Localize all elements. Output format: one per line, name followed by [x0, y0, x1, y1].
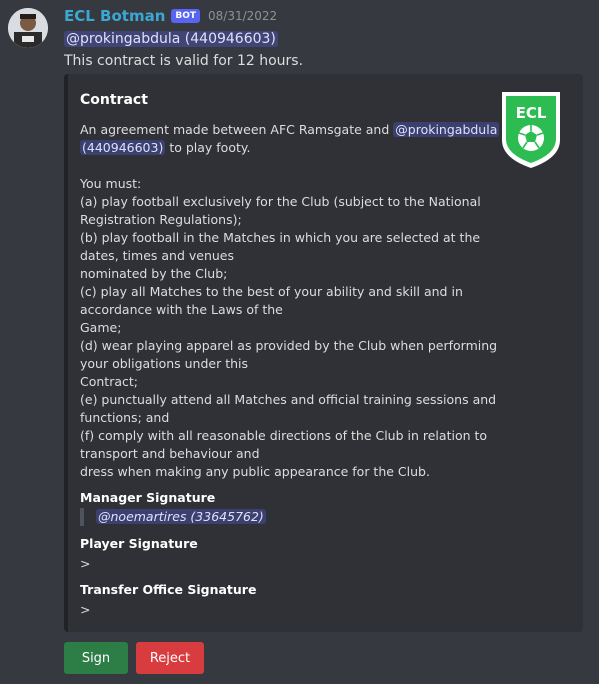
- desc-line: (440946603) to play footy.: [80, 139, 466, 157]
- you-must: You must:: [80, 176, 142, 191]
- embed-title: Contract: [80, 92, 148, 108]
- bot-avatar[interactable]: [8, 8, 48, 48]
- clause-line: Game;: [80, 320, 122, 335]
- bot-badge: BOT: [171, 9, 201, 23]
- desc-line: An agreement made between AFC Ramsgate a…: [80, 121, 500, 139]
- transfer-signature-label: Transfer Office Signature: [80, 582, 257, 597]
- message-content: This contract is valid for 12 hours.: [64, 53, 304, 69]
- player-mention-id[interactable]: (440946603): [80, 140, 166, 155]
- author-name[interactable]: ECL Botman: [64, 7, 165, 25]
- manager-mention[interactable]: @noemartires (33645762): [96, 509, 266, 524]
- user-mention[interactable]: @prokingabdula (440946603): [64, 31, 278, 47]
- clause-line: Registration Regulations);: [80, 212, 242, 227]
- manager-signature-quote: @noemartires (33645762): [80, 508, 266, 526]
- clause-line: (a) play football exclusively for the Cl…: [80, 194, 481, 209]
- desc-blank: [80, 157, 466, 175]
- clause-line: accordance with the Laws of the: [80, 302, 283, 317]
- clause-line: functions; and: [80, 410, 170, 425]
- logo-text: ECL: [516, 104, 547, 122]
- clause-line: dates, times and venues: [80, 248, 234, 263]
- desc-text: to play footy.: [165, 140, 251, 155]
- player-mention[interactable]: @prokingabdula: [393, 122, 500, 137]
- clause-line: dress when making any public appearance …: [80, 464, 430, 479]
- player-signature-label: Player Signature: [80, 536, 198, 551]
- clause-line: your obligations under this: [80, 356, 249, 371]
- ecl-logo: ECL: [498, 88, 564, 170]
- contract-embed: Contract An agreement made between AFC R…: [64, 74, 583, 632]
- clause-line: nominated by the Club;: [80, 266, 228, 281]
- embed-description: An agreement made between AFC Ramsgate a…: [80, 121, 500, 481]
- message-timestamp: 08/31/2022: [208, 9, 278, 23]
- manager-signature-label: Manager Signature: [80, 490, 216, 505]
- clause-line: (d) wear playing apparel as provided by …: [80, 338, 498, 353]
- clause-line: (b) play football in the Matches in whic…: [80, 230, 481, 245]
- reject-button[interactable]: Reject: [136, 642, 204, 674]
- clause-line: (f) comply with all reasonable direction…: [80, 428, 488, 443]
- clause-line: transport and behaviour and: [80, 446, 260, 461]
- clause-line: Contract;: [80, 374, 138, 389]
- sign-button[interactable]: Sign: [64, 642, 128, 674]
- clause-line: (e) punctually attend all Matches and of…: [80, 392, 497, 407]
- mention-line: @prokingabdula (440946603): [64, 30, 278, 48]
- desc-text: An agreement made between AFC Ramsgate a…: [80, 122, 394, 137]
- player-signature-value: >: [80, 556, 91, 571]
- clause-line: (c) play all Matches to the best of your…: [80, 284, 463, 299]
- transfer-signature-value: >: [80, 602, 91, 617]
- message-header: ECL Botman BOT 08/31/2022: [64, 7, 277, 25]
